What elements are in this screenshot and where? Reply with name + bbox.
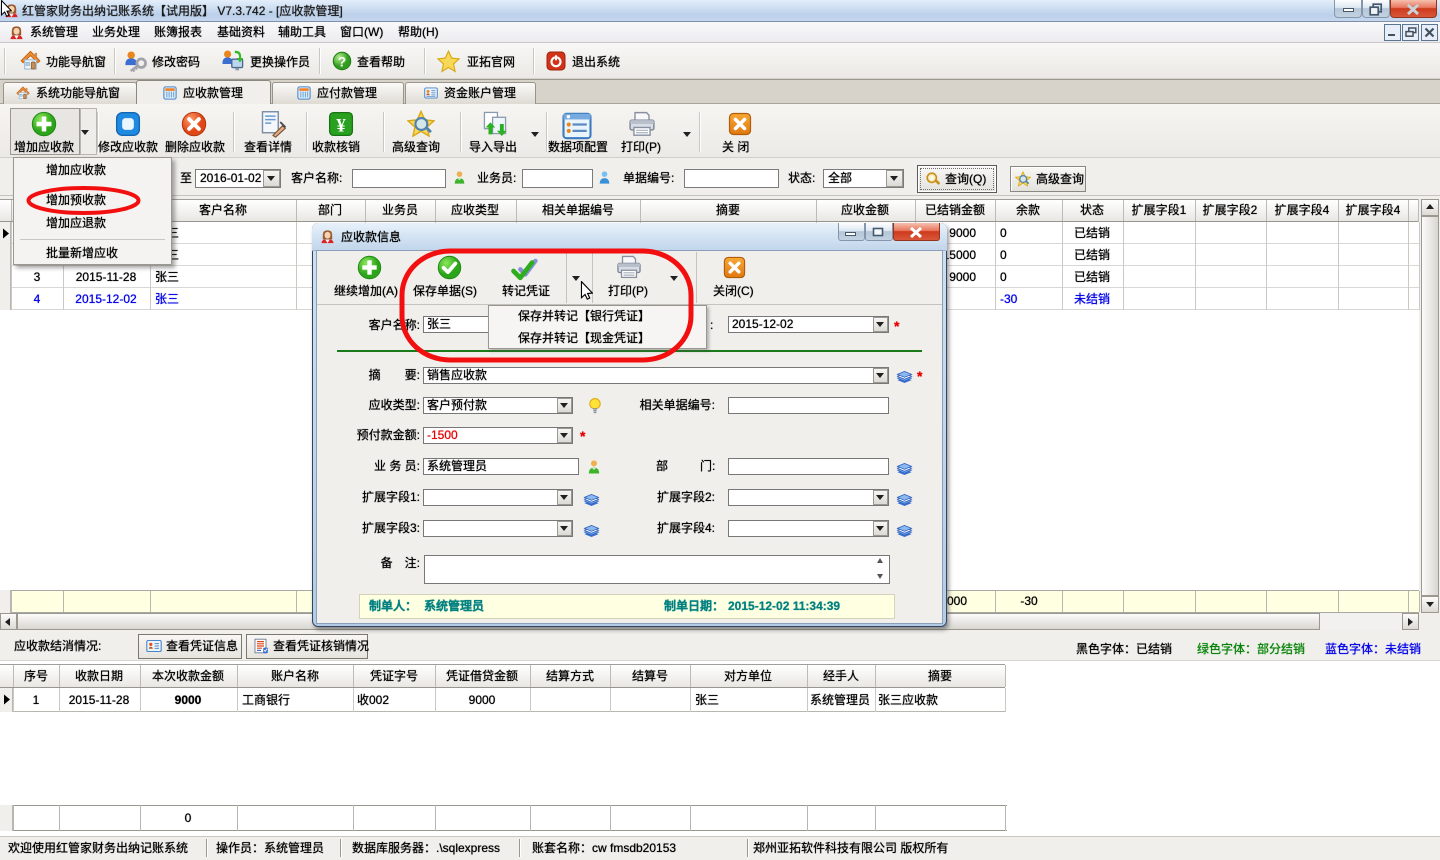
- svg-text:?: ?: [338, 54, 346, 69]
- svg-text:¥: ¥: [336, 115, 346, 136]
